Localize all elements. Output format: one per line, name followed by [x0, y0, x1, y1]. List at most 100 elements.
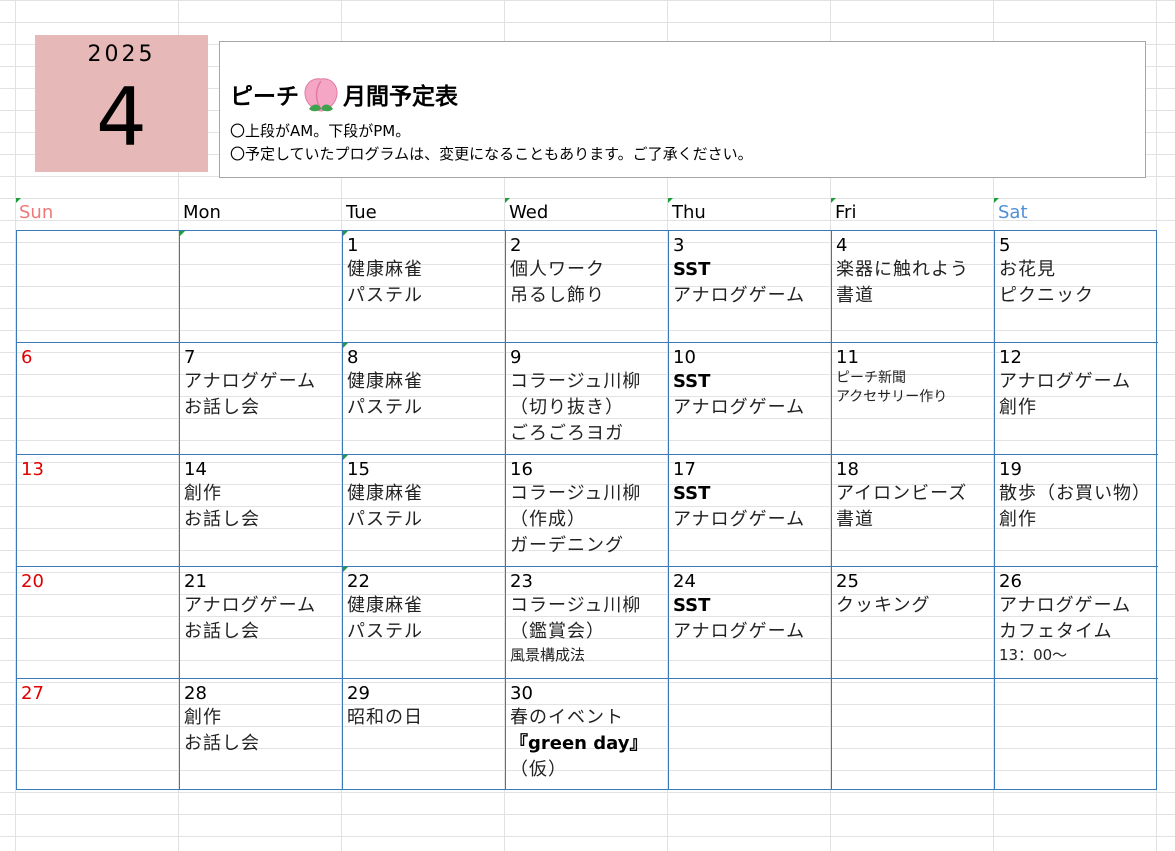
- calendar-cell-mon[interactable]: [180, 231, 343, 343]
- date-number: 1: [347, 235, 359, 256]
- calendar-cell-fri[interactable]: [832, 679, 995, 789]
- calendar-cell-thu[interactable]: 3 SST アナログゲーム: [669, 231, 832, 343]
- activity-item: コラージュ川柳: [510, 371, 642, 392]
- calendar-cell-thu[interactable]: 24 SST アナログゲーム: [669, 567, 832, 679]
- title-part2: 月間予定表: [343, 84, 458, 110]
- calendar-cell-wed[interactable]: 16 コラージュ川柳 （作成） ガーデニング: [506, 455, 669, 567]
- calendar-cell-wed[interactable]: 2 個人ワーク吊るし飾り: [506, 231, 669, 343]
- page-title: ピーチ 月間予定表: [230, 75, 458, 113]
- date-number: 4: [836, 235, 848, 256]
- calendar-cell-fri[interactable]: 25 クッキング: [832, 567, 995, 679]
- calendar-cell-mon[interactable]: 28 創作 お話し会: [180, 679, 343, 789]
- calendar-cell-tue[interactable]: 22 健康麻雀 パステル: [343, 567, 506, 679]
- calendar-cell-mon[interactable]: 14 創作 お話し会: [180, 455, 343, 567]
- activity-item: アナログゲーム: [673, 621, 806, 642]
- year-label: 2025: [87, 42, 156, 67]
- calendar-cell-tue[interactable]: 29 昭和の日: [343, 679, 506, 789]
- calendar-cell-tue[interactable]: 1 健康麻雀 パステル: [343, 231, 506, 343]
- date-number: 2: [510, 235, 522, 256]
- activity-item: 創作: [184, 483, 222, 504]
- calendar-cell-mon[interactable]: 7 アナログゲーム お話し会: [180, 343, 343, 455]
- calendar-cell-wed[interactable]: 9 コラージュ川柳 （切り抜き） ごろごろヨガ: [506, 343, 669, 455]
- activity-item: コラージュ川柳: [510, 595, 642, 616]
- activity-item: SST: [673, 483, 711, 504]
- calendar-cell-fri[interactable]: 18 アイロンビーズ 書道: [832, 455, 995, 567]
- date-number: 12: [999, 347, 1022, 368]
- date-number: 24: [673, 571, 696, 592]
- date-number: 15: [347, 459, 370, 480]
- calendar-cell-sun[interactable]: 20: [17, 567, 180, 679]
- activity-item: パステル: [347, 509, 423, 530]
- date-number: 9: [510, 347, 522, 368]
- date-number: 7: [184, 347, 196, 368]
- calendar-cell-fri[interactable]: 11 ピーチ新聞 アクセサリー作り: [832, 343, 995, 455]
- calendar-cell-sun[interactable]: 27: [17, 679, 180, 789]
- date-number: 8: [347, 347, 359, 368]
- calendar-cell-tue[interactable]: 8 健康麻雀 パステル: [343, 343, 506, 455]
- date-number: 20: [21, 571, 44, 592]
- date-number: 13: [21, 459, 44, 480]
- date-number: 22: [347, 571, 370, 592]
- activity-item: パステル: [347, 285, 423, 306]
- date-number: 21: [184, 571, 207, 592]
- calendar-cell-thu[interactable]: 10 SST アナログゲーム: [669, 343, 832, 455]
- title-textbox[interactable]: ピーチ 月間予定表 〇上段がAM。下段がPM。 〇予定していたプログラムは、変更…: [219, 41, 1146, 178]
- activity-item: 健康麻雀: [347, 371, 423, 392]
- activity-item: 個人ワーク: [510, 259, 605, 280]
- activity-item: 楽器に触れよう: [836, 259, 969, 280]
- activity-item: 書道: [836, 285, 874, 306]
- header-wed: Wed: [509, 202, 549, 223]
- activity-item: 風景構成法: [510, 646, 586, 664]
- activity-item: カフェタイム: [999, 621, 1113, 642]
- activity-item: アナログゲーム: [673, 285, 806, 306]
- date-number: 25: [836, 571, 859, 592]
- calendar-cell-sat[interactable]: [995, 679, 1158, 789]
- header-sat: Sat: [998, 202, 1028, 223]
- activity-item: ごろごろヨガ: [510, 423, 624, 444]
- calendar-cell-mon[interactable]: 21 アナログゲーム お話し会: [180, 567, 343, 679]
- activity-item: 健康麻雀: [347, 483, 423, 504]
- activity-item: コラージュ川柳: [510, 483, 642, 504]
- activity-item: アナログゲーム: [999, 371, 1132, 392]
- calendar-cell-sat[interactable]: 19 散歩（お買い物） 創作: [995, 455, 1158, 567]
- calendar-grid: 1 健康麻雀 パステル 2 個人ワーク 吊るし飾り 3 SST アナログゲーム 4 楽器に触れよう書…: [16, 230, 1158, 790]
- calendar-cell-fri[interactable]: 4 楽器に触れよう 書道: [832, 231, 995, 343]
- activity-item: ピクニック: [999, 285, 1094, 306]
- activity-item: 吊るし飾り: [510, 285, 605, 306]
- header-fri: Fri: [835, 202, 857, 223]
- date-number: 26: [999, 571, 1022, 592]
- activity-item: アクセサリー作り: [836, 389, 948, 405]
- calendar-cell-tue[interactable]: 15 健康麻雀パステル: [343, 455, 506, 567]
- calendar-cell-wed[interactable]: 30 春のイベント 『green day』 （仮）: [506, 679, 669, 789]
- calendar-cell-sun[interactable]: 6: [17, 343, 180, 455]
- activity-item: アナログゲーム: [673, 509, 806, 530]
- date-number: 3: [673, 235, 685, 256]
- activity-item: 昭和の日: [347, 707, 423, 728]
- calendar-cell-sun[interactable]: 13: [17, 455, 180, 567]
- cell-comment-marker: [343, 567, 348, 572]
- month-number: 4: [96, 71, 147, 164]
- date-number: 6: [21, 347, 33, 368]
- activity-item: アナログゲーム: [184, 371, 317, 392]
- calendar-cell-sat[interactable]: 26 アナログゲーム カフェタイム 13：00～: [995, 567, 1158, 679]
- title-part1: ピーチ: [230, 84, 299, 110]
- activity-item: （鑑賞会）: [510, 621, 605, 642]
- calendar-cell-sat[interactable]: 5 お花見 ピクニック: [995, 231, 1158, 343]
- calendar-cell-sun[interactable]: [17, 231, 180, 343]
- activity-item: お話し会: [184, 621, 260, 642]
- date-number: 28: [184, 683, 207, 704]
- date-number: 17: [673, 459, 696, 480]
- calendar-cell-thu[interactable]: [669, 679, 832, 789]
- activity-item: 創作: [999, 509, 1037, 530]
- date-number: 18: [836, 459, 859, 480]
- activity-item: （仮）: [510, 759, 567, 780]
- date-number: 27: [21, 683, 44, 704]
- date-number: 14: [184, 459, 207, 480]
- calendar-cell-thu[interactable]: 17 SST アナログゲーム: [669, 455, 832, 567]
- cell-comment-marker: [180, 231, 185, 236]
- activity-item: アナログゲーム: [184, 595, 317, 616]
- date-number: 10: [673, 347, 696, 368]
- calendar-cell-sat[interactable]: 12 アナログゲーム 創作: [995, 343, 1158, 455]
- calendar-cell-wed[interactable]: 23 コラージュ川柳 （鑑賞会） 風景構成法: [506, 567, 669, 679]
- activity-item: 創作: [184, 707, 222, 728]
